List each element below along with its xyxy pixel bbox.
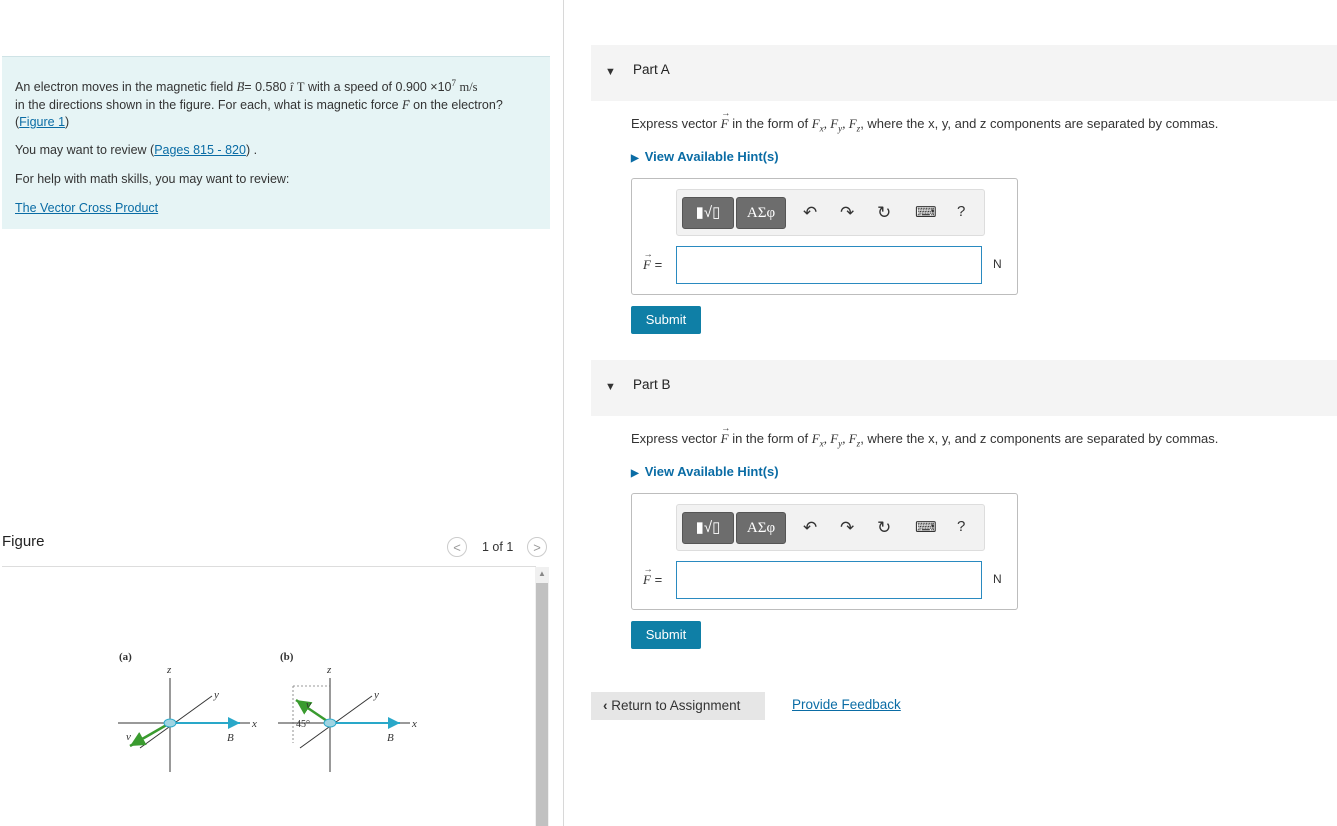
part-b-answer-box: ▮√▯ ΑΣφ ↶ ↷ ↻ ⌨ ? F = N bbox=[631, 493, 1018, 610]
panel-b-label: (b) bbox=[280, 651, 294, 663]
b-label-b: B bbox=[387, 732, 394, 744]
figure-next-button[interactable]: > bbox=[527, 537, 547, 557]
caret-right-icon: ▶ bbox=[631, 153, 639, 164]
part-a-math-toolbar: ▮√▯ ΑΣφ ↶ ↷ ↻ ⌨ ? bbox=[676, 189, 985, 236]
undo-icon[interactable]: ↶ bbox=[803, 518, 817, 538]
symbols-button[interactable]: ΑΣφ bbox=[736, 512, 786, 544]
part-a-answer-label: F = bbox=[643, 250, 662, 273]
help-icon[interactable]: ? bbox=[957, 203, 965, 220]
scroll-up-arrow-icon[interactable]: ▲ bbox=[535, 569, 549, 581]
undo-icon[interactable]: ↶ bbox=[803, 203, 817, 223]
axis-z-label-b: z bbox=[326, 664, 332, 676]
v-label-b: v bbox=[306, 699, 311, 711]
part-a-header[interactable]: ▼ Part A bbox=[591, 45, 1337, 101]
templates-button[interactable]: ▮√▯ bbox=[682, 197, 734, 229]
figure-prev-button[interactable]: < bbox=[447, 537, 467, 557]
chevron-right-icon: > bbox=[533, 540, 541, 555]
caret-down-icon: ▼ bbox=[605, 381, 616, 393]
part-a-unit: N bbox=[993, 257, 1002, 271]
vector-cross-product-link[interactable]: The Vector Cross Product bbox=[15, 201, 158, 215]
part-b-submit-button[interactable]: Submit bbox=[631, 621, 701, 649]
part-a-answer-input[interactable] bbox=[676, 246, 982, 284]
reset-icon[interactable]: ↻ bbox=[877, 203, 891, 223]
figure-link-line: (Figure 1) bbox=[15, 115, 70, 129]
v-label-a: v bbox=[126, 731, 131, 743]
redo-icon[interactable]: ↷ bbox=[840, 203, 854, 223]
problem-statement: An electron moves in the magnetic field … bbox=[2, 56, 550, 229]
keyboard-icon[interactable]: ⌨ bbox=[915, 203, 937, 221]
pane-divider bbox=[563, 0, 564, 826]
b-label-a: B bbox=[227, 732, 234, 744]
figure-link[interactable]: Figure 1 bbox=[19, 115, 65, 129]
axis-x-label-b: x bbox=[411, 718, 417, 730]
part-b-math-toolbar: ▮√▯ ΑΣφ ↶ ↷ ↻ ⌨ ? bbox=[676, 504, 985, 551]
part-b-title: Part B bbox=[633, 377, 671, 392]
part-a-prompt: Express vector F in the form of Fx, Fy, … bbox=[631, 109, 1218, 133]
return-to-assignment-button[interactable]: ‹ Return to Assignment bbox=[591, 692, 765, 720]
help-icon[interactable]: ? bbox=[957, 518, 965, 535]
provide-feedback-link[interactable]: Provide Feedback bbox=[792, 697, 901, 712]
pages-link[interactable]: Pages 815 - 820 bbox=[154, 143, 246, 157]
part-b-unit: N bbox=[993, 572, 1002, 586]
redo-icon[interactable]: ↷ bbox=[840, 518, 854, 538]
review-line: You may want to review (Pages 815 - 820)… bbox=[15, 143, 258, 157]
part-a-submit-button[interactable]: Submit bbox=[631, 306, 701, 334]
field-symbol: B bbox=[237, 72, 246, 96]
figure-header: Figure bbox=[2, 533, 45, 550]
axis-x-label-a: x bbox=[251, 718, 257, 730]
angle-label: 45° bbox=[296, 719, 310, 730]
part-b-hint-link[interactable]: ▶ View Available Hint(s) bbox=[631, 464, 779, 479]
part-b-header[interactable]: ▼ Part B bbox=[591, 360, 1337, 416]
caret-down-icon: ▼ bbox=[605, 66, 616, 78]
part-b-prompt: Express vector F in the form of Fx, Fy, … bbox=[631, 424, 1218, 448]
figure-count: 1 of 1 bbox=[482, 540, 514, 554]
axis-y-label-b: y bbox=[373, 689, 379, 701]
figure-divider bbox=[2, 566, 536, 567]
axis-z-label-a: z bbox=[166, 664, 172, 676]
part-b-answer-input[interactable] bbox=[676, 561, 982, 599]
math-link-line: The Vector Cross Product bbox=[15, 199, 158, 217]
keyboard-icon[interactable]: ⌨ bbox=[915, 518, 937, 536]
axis-y-label-a: y bbox=[213, 689, 219, 701]
math-help-text: For help with math skills, you may want … bbox=[15, 172, 290, 186]
chevron-left-icon: < bbox=[453, 540, 461, 555]
panel-a-label: (a) bbox=[119, 651, 132, 663]
reset-icon[interactable]: ↻ bbox=[877, 518, 891, 538]
force-symbol: F bbox=[402, 90, 411, 114]
part-a-hint-link[interactable]: ▶ View Available Hint(s) bbox=[631, 149, 779, 164]
figure-image: (a) z y x v B (b) z y x v 45° B bbox=[118, 651, 417, 772]
part-a-answer-box: ▮√▯ ΑΣφ ↶ ↷ ↻ ⌨ ? F = N bbox=[631, 178, 1018, 295]
problem-line-2: in the directions shown in the figure. F… bbox=[15, 90, 503, 114]
figure-scrollbar-thumb[interactable] bbox=[536, 583, 548, 826]
chevron-left-icon: ‹ bbox=[603, 698, 608, 713]
caret-right-icon: ▶ bbox=[631, 468, 639, 479]
part-b-answer-label: F = bbox=[643, 565, 662, 588]
templates-button[interactable]: ▮√▯ bbox=[682, 512, 734, 544]
symbols-button[interactable]: ΑΣφ bbox=[736, 197, 786, 229]
part-a-title: Part A bbox=[633, 62, 670, 77]
